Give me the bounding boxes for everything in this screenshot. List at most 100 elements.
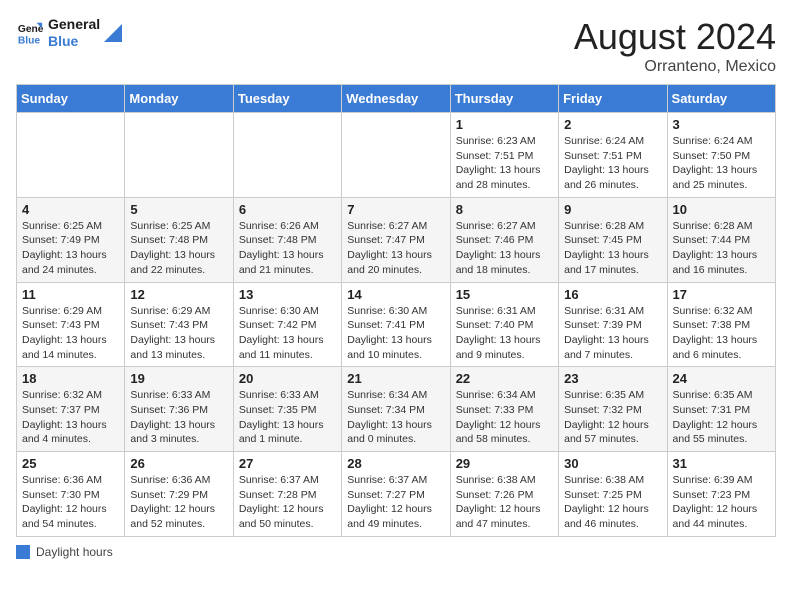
day-info: Sunrise: 6:29 AMSunset: 7:43 PMDaylight:… <box>130 304 227 363</box>
calendar-day-cell <box>342 113 450 198</box>
svg-text:Blue: Blue <box>18 35 41 46</box>
day-info: Sunrise: 6:29 AMSunset: 7:43 PMDaylight:… <box>22 304 119 363</box>
calendar-day-cell: 2 Sunrise: 6:24 AMSunset: 7:51 PMDaylight… <box>559 113 667 198</box>
calendar-day-cell: 21 Sunrise: 6:34 AMSunset: 7:34 PMDayligh… <box>342 367 450 452</box>
day-info: Sunrise: 6:28 AMSunset: 7:44 PMDaylight:… <box>673 219 770 278</box>
day-number: 11 <box>22 287 119 302</box>
day-number: 16 <box>564 287 661 302</box>
calendar-day-cell: 18 Sunrise: 6:32 AMSunset: 7:37 PMDayligh… <box>17 367 125 452</box>
day-info: Sunrise: 6:35 AMSunset: 7:31 PMDaylight:… <box>673 388 770 447</box>
day-info: Sunrise: 6:30 AMSunset: 7:42 PMDaylight:… <box>239 304 336 363</box>
day-info: Sunrise: 6:32 AMSunset: 7:37 PMDaylight:… <box>22 388 119 447</box>
calendar-day-cell: 23 Sunrise: 6:35 AMSunset: 7:32 PMDayligh… <box>559 367 667 452</box>
day-info: Sunrise: 6:31 AMSunset: 7:39 PMDaylight:… <box>564 304 661 363</box>
dow-header-cell: Wednesday <box>342 85 450 113</box>
day-info: Sunrise: 6:34 AMSunset: 7:34 PMDaylight:… <box>347 388 444 447</box>
day-info: Sunrise: 6:30 AMSunset: 7:41 PMDaylight:… <box>347 304 444 363</box>
day-number: 2 <box>564 117 661 132</box>
day-info: Sunrise: 6:27 AMSunset: 7:46 PMDaylight:… <box>456 219 553 278</box>
day-info: Sunrise: 6:31 AMSunset: 7:40 PMDaylight:… <box>456 304 553 363</box>
day-info: Sunrise: 6:37 AMSunset: 7:28 PMDaylight:… <box>239 473 336 532</box>
calendar-week-row: 4Sunrise: 6:25 AMSunset: 7:49 PMDaylight… <box>17 197 776 282</box>
day-info: Sunrise: 6:38 AMSunset: 7:26 PMDaylight:… <box>456 473 553 532</box>
calendar-day-cell: 12 Sunrise: 6:29 AMSunset: 7:43 PMDayligh… <box>125 282 233 367</box>
day-number: 12 <box>130 287 227 302</box>
day-info: Sunrise: 6:36 AMSunset: 7:30 PMDaylight:… <box>22 473 119 532</box>
dow-header-cell: Thursday <box>450 85 558 113</box>
day-number: 7 <box>347 202 444 217</box>
dow-header-cell: Friday <box>559 85 667 113</box>
calendar-table: SundayMondayTuesdayWednesdayThursdayFrid… <box>16 84 776 537</box>
day-number: 6 <box>239 202 336 217</box>
title-area: August 2024 Orranteno, Mexico <box>574 16 776 76</box>
logo: General Blue General Blue <box>16 16 122 50</box>
day-number: 25 <box>22 456 119 471</box>
day-number: 9 <box>564 202 661 217</box>
day-number: 14 <box>347 287 444 302</box>
calendar-day-cell: 11 Sunrise: 6:29 AMSunset: 7:43 PMDayligh… <box>17 282 125 367</box>
day-info: Sunrise: 6:34 AMSunset: 7:33 PMDaylight:… <box>456 388 553 447</box>
day-number: 27 <box>239 456 336 471</box>
header: General Blue General Blue August 2024 Or… <box>16 16 776 76</box>
location-title: Orranteno, Mexico <box>574 58 776 76</box>
calendar-week-row: 18 Sunrise: 6:32 AMSunset: 7:37 PMDayligh… <box>17 367 776 452</box>
logo-arrow-icon <box>104 24 122 42</box>
calendar-day-cell: 1Sunrise: 6:23 AMSunset: 7:51 PMDaylight… <box>450 113 558 198</box>
day-number: 15 <box>456 287 553 302</box>
dow-header-cell: Sunday <box>17 85 125 113</box>
day-number: 19 <box>130 371 227 386</box>
calendar-body: 1Sunrise: 6:23 AMSunset: 7:51 PMDaylight… <box>17 113 776 537</box>
day-number: 8 <box>456 202 553 217</box>
legend: Daylight hours <box>16 545 776 559</box>
day-info: Sunrise: 6:23 AMSunset: 7:51 PMDaylight:… <box>456 134 553 193</box>
calendar-day-cell: 7Sunrise: 6:27 AMSunset: 7:47 PMDaylight… <box>342 197 450 282</box>
calendar-week-row: 1Sunrise: 6:23 AMSunset: 7:51 PMDaylight… <box>17 113 776 198</box>
calendar-week-row: 11 Sunrise: 6:29 AMSunset: 7:43 PMDayligh… <box>17 282 776 367</box>
day-number: 13 <box>239 287 336 302</box>
day-info: Sunrise: 6:32 AMSunset: 7:38 PMDaylight:… <box>673 304 770 363</box>
calendar-day-cell: 16 Sunrise: 6:31 AMSunset: 7:39 PMDayligh… <box>559 282 667 367</box>
day-number: 22 <box>456 371 553 386</box>
day-number: 18 <box>22 371 119 386</box>
day-number: 21 <box>347 371 444 386</box>
calendar-day-cell: 4Sunrise: 6:25 AMSunset: 7:49 PMDaylight… <box>17 197 125 282</box>
day-info: Sunrise: 6:36 AMSunset: 7:29 PMDaylight:… <box>130 473 227 532</box>
calendar-day-cell <box>17 113 125 198</box>
day-number: 5 <box>130 202 227 217</box>
day-info: Sunrise: 6:35 AMSunset: 7:32 PMDaylight:… <box>564 388 661 447</box>
logo-icon: General Blue <box>16 19 44 47</box>
dow-header-cell: Monday <box>125 85 233 113</box>
calendar-day-cell: 6Sunrise: 6:26 AMSunset: 7:48 PMDaylight… <box>233 197 341 282</box>
day-number: 29 <box>456 456 553 471</box>
day-number: 31 <box>673 456 770 471</box>
day-info: Sunrise: 6:37 AMSunset: 7:27 PMDaylight:… <box>347 473 444 532</box>
day-number: 26 <box>130 456 227 471</box>
calendar-day-cell: 20Sunrise: 6:33 AMSunset: 7:35 PMDayligh… <box>233 367 341 452</box>
calendar-week-row: 25 Sunrise: 6:36 AMSunset: 7:30 PMDayligh… <box>17 452 776 537</box>
calendar-day-cell: 15 Sunrise: 6:31 AMSunset: 7:40 PMDayligh… <box>450 282 558 367</box>
dow-header-cell: Tuesday <box>233 85 341 113</box>
calendar-day-cell <box>233 113 341 198</box>
calendar-day-cell <box>125 113 233 198</box>
calendar-day-cell: 31Sunrise: 6:39 AMSunset: 7:23 PMDayligh… <box>667 452 775 537</box>
calendar-day-cell: 3 Sunrise: 6:24 AMSunset: 7:50 PMDaylight… <box>667 113 775 198</box>
day-info: Sunrise: 6:38 AMSunset: 7:25 PMDaylight:… <box>564 473 661 532</box>
day-number: 23 <box>564 371 661 386</box>
calendar-day-cell: 9 Sunrise: 6:28 AMSunset: 7:45 PMDaylight… <box>559 197 667 282</box>
day-info: Sunrise: 6:24 AMSunset: 7:51 PMDaylight:… <box>564 134 661 193</box>
calendar-day-cell: 29 Sunrise: 6:38 AMSunset: 7:26 PMDayligh… <box>450 452 558 537</box>
day-number: 3 <box>673 117 770 132</box>
legend-label: Daylight hours <box>36 545 113 559</box>
day-number: 4 <box>22 202 119 217</box>
calendar-day-cell: 27 Sunrise: 6:37 AMSunset: 7:28 PMDayligh… <box>233 452 341 537</box>
day-number: 28 <box>347 456 444 471</box>
dow-header-cell: Saturday <box>667 85 775 113</box>
calendar-day-cell: 19Sunrise: 6:33 AMSunset: 7:36 PMDayligh… <box>125 367 233 452</box>
calendar-day-cell: 8 Sunrise: 6:27 AMSunset: 7:46 PMDaylight… <box>450 197 558 282</box>
calendar-day-cell: 10Sunrise: 6:28 AMSunset: 7:44 PMDayligh… <box>667 197 775 282</box>
month-title: August 2024 <box>574 16 776 58</box>
day-info: Sunrise: 6:28 AMSunset: 7:45 PMDaylight:… <box>564 219 661 278</box>
day-number: 30 <box>564 456 661 471</box>
day-info: Sunrise: 6:24 AMSunset: 7:50 PMDaylight:… <box>673 134 770 193</box>
legend-box <box>16 545 30 559</box>
